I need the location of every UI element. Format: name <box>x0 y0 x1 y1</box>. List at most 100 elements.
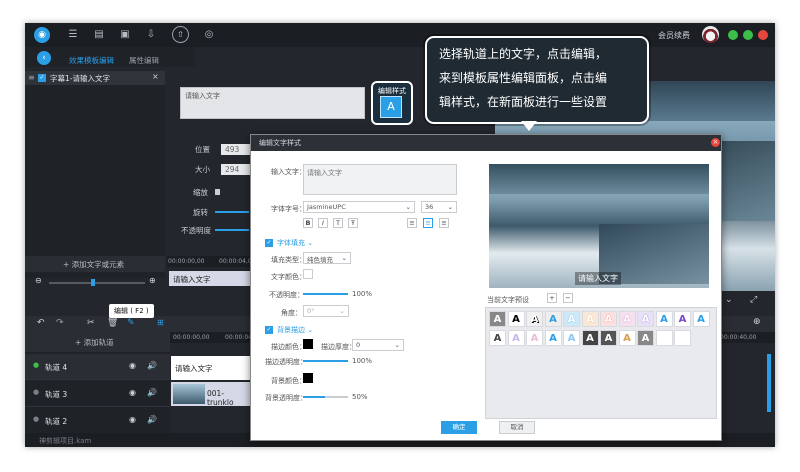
preset-style-item[interactable]: A <box>526 311 543 327</box>
font-family-select[interactable]: JasmineUPC ⌄ <box>303 201 415 213</box>
track-row-3[interactable]: ● 轨道 3 ◉ 🔊 <box>25 381 170 407</box>
confirm-button[interactable]: 确定 <box>441 421 477 434</box>
menu-icon[interactable]: ☰ <box>67 29 79 41</box>
preset-style-item[interactable]: A <box>563 330 580 346</box>
bg-color-swatch[interactable] <box>303 373 313 383</box>
preset-style-item[interactable]: A <box>674 311 691 327</box>
close-icon[interactable]: × <box>152 72 159 81</box>
text-style-button[interactable]: T <box>333 218 343 228</box>
add-element-button[interactable]: + 添加文字或元素 <box>63 259 124 270</box>
minimize-dot-icon[interactable] <box>743 30 753 40</box>
preset-style-item[interactable] <box>655 330 673 346</box>
speaker-icon[interactable]: 🔊 <box>147 361 157 370</box>
collapse-icon[interactable]: ⌄ <box>725 295 733 305</box>
fill-checkbox[interactable]: ✓ <box>265 239 273 247</box>
insert-icon[interactable]: ⊞ <box>157 318 164 327</box>
timeline-zoom-in-icon[interactable]: ⊕ <box>753 317 761 327</box>
preset-style-item[interactable]: A <box>637 311 654 327</box>
preset-style-item[interactable]: A <box>618 330 636 346</box>
preset-style-item[interactable]: A <box>581 311 599 327</box>
import-icon[interactable]: ⇩ <box>145 29 157 41</box>
track-3-clip[interactable]: 001-trunklo <box>171 382 250 407</box>
settings-dot-icon[interactable] <box>728 30 738 40</box>
opacity-slider[interactable] <box>215 229 249 231</box>
scale-slider[interactable] <box>215 189 220 195</box>
file-icon[interactable]: ▤ <box>93 29 105 41</box>
trash-icon[interactable]: 🗑 <box>107 318 118 328</box>
drag-handle-icon[interactable]: ≡ <box>28 73 35 82</box>
stroke-opacity-slider[interactable] <box>303 360 348 362</box>
layer-checkbox[interactable]: ✓ <box>38 74 46 82</box>
preset-style-item[interactable]: A <box>637 330 654 346</box>
preset-style-item[interactable]: A <box>692 311 710 327</box>
preset-style-item[interactable] <box>674 330 691 346</box>
track-4-clip[interactable]: 请输入文字 <box>171 356 250 380</box>
timeline-scrollbar[interactable] <box>767 354 771 412</box>
undo-icon[interactable]: ↶ <box>37 318 45 328</box>
layer-item[interactable]: ≡ ✓ 字幕1-请输入文字 × <box>25 71 165 85</box>
fill-type-select[interactable]: 纯色填充 ⌄ <box>303 252 351 264</box>
preset-style-item[interactable]: A <box>544 330 562 346</box>
eye-icon[interactable]: ◉ <box>129 388 136 397</box>
rotate-slider[interactable] <box>215 211 249 213</box>
save-icon[interactable]: ▣ <box>119 29 131 41</box>
export-icon[interactable]: ⇧ <box>172 26 189 43</box>
speaker-icon[interactable]: 🔊 <box>147 388 157 397</box>
add-track-button[interactable]: + 添加轨道 <box>75 337 114 348</box>
fill-section-toggle[interactable]: 字体填充 ⌄ <box>277 238 313 248</box>
stroke-section-toggle[interactable]: 背景描边 ⌄ <box>277 325 313 335</box>
preset-style-item[interactable]: A <box>507 330 525 346</box>
redo-icon[interactable]: ↷ <box>56 318 64 328</box>
track-row-2[interactable]: ● 轨道 2 ◉ 🔊 <box>25 408 170 434</box>
stroke-color-swatch[interactable] <box>303 339 313 349</box>
speaker-icon[interactable]: 🔊 <box>147 415 157 424</box>
zoom-out-icon[interactable]: ⊖ <box>35 276 42 285</box>
text-input-box[interactable]: 请输入文字 <box>180 87 365 119</box>
strikethrough-button[interactable]: Ŧ <box>348 218 358 228</box>
vip-renew-link[interactable]: 会员续费 <box>658 30 690 41</box>
preset-style-item[interactable]: A <box>618 311 636 327</box>
remove-preset-button[interactable]: − <box>563 293 573 303</box>
align-center-icon[interactable]: ≡ <box>423 218 433 228</box>
edit-style-button[interactable]: A <box>380 96 402 118</box>
lightbulb-icon[interactable]: ◎ <box>203 29 215 41</box>
cancel-button[interactable]: 取消 <box>499 421 535 434</box>
preset-style-item[interactable]: A <box>563 311 580 327</box>
bold-button[interactable]: B <box>303 218 313 228</box>
align-right-icon[interactable]: ≡ <box>439 218 449 228</box>
preset-style-item[interactable]: A <box>489 330 506 346</box>
stroke-checkbox[interactable]: ✓ <box>265 326 273 334</box>
preset-style-item[interactable]: A <box>526 330 543 346</box>
pencil-edit-icon[interactable]: ✎ <box>127 318 135 328</box>
dialog-close-icon[interactable]: × <box>711 138 720 147</box>
fill-opacity-slider[interactable] <box>303 293 348 295</box>
preset-style-item[interactable]: A <box>600 330 617 346</box>
track-row-4[interactable]: ● 轨道 4 ◉ 🔊 <box>25 354 170 380</box>
eye-icon[interactable]: ◉ <box>129 415 136 424</box>
preset-style-item[interactable]: A <box>507 311 525 327</box>
dialog-text-input[interactable]: 请输入文字 <box>303 164 457 195</box>
font-size-select[interactable]: 36 ⌄ <box>421 201 457 213</box>
preset-style-item[interactable]: A <box>489 311 506 327</box>
preset-style-item[interactable]: A <box>544 311 562 327</box>
top-text-clip[interactable]: 请输入文字 <box>169 271 254 286</box>
avatar[interactable] <box>702 26 719 43</box>
italic-button[interactable]: I <box>318 218 328 228</box>
scissors-icon[interactable]: ✂ <box>87 318 95 328</box>
preset-style-item[interactable]: A <box>655 311 673 327</box>
tab-effect-template[interactable]: 效果模板编辑 <box>69 55 114 66</box>
align-left-icon[interactable]: ≡ <box>407 218 417 228</box>
zoom-in-icon[interactable]: ⊕ <box>149 276 156 285</box>
preset-style-item[interactable]: A <box>581 330 599 346</box>
add-preset-button[interactable]: + <box>547 293 557 303</box>
eye-icon[interactable]: ◉ <box>129 361 136 370</box>
angle-select[interactable]: 0° ⌄ <box>303 305 349 317</box>
tab-property-edit[interactable]: 属性编辑 <box>129 55 159 66</box>
zoom-slider[interactable]: ⊖ ⊕ <box>35 276 160 288</box>
fullscreen-icon[interactable]: ⤢ <box>750 295 757 305</box>
text-color-swatch[interactable] <box>303 269 313 279</box>
back-arrow-icon[interactable]: ‹ <box>37 51 51 65</box>
stroke-width-select[interactable]: 0 ⌄ <box>352 339 404 351</box>
close-window-icon[interactable] <box>758 30 768 40</box>
preset-style-item[interactable]: A <box>600 311 617 327</box>
